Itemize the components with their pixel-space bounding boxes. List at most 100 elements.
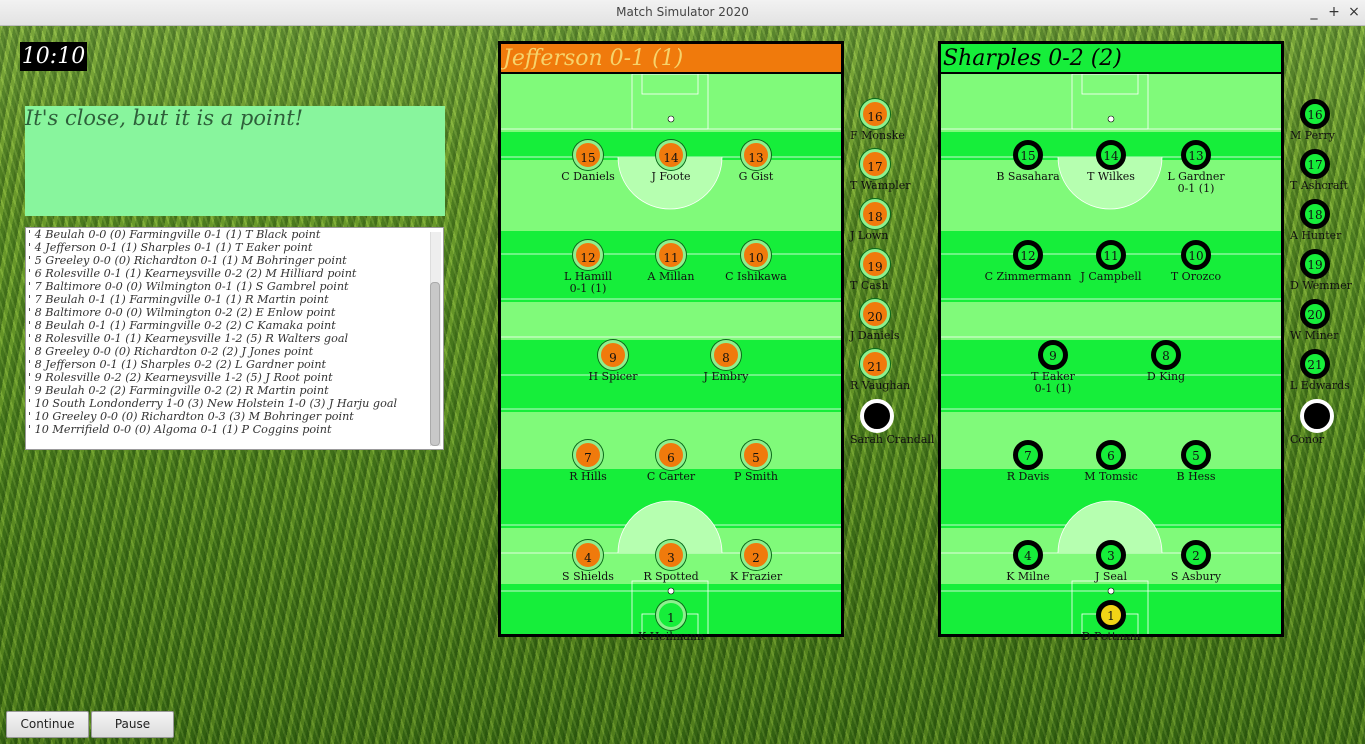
log-entry: ' 10 South Londonderry 1-0 (3) New Holst… — [28, 397, 398, 410]
player-disc[interactable]: 15 — [573, 140, 603, 170]
player-disc[interactable]: 12 — [573, 240, 603, 270]
player-disc[interactable]: 5 — [741, 440, 771, 470]
player-name: T Eaker — [1031, 370, 1075, 383]
pause-button[interactable]: Pause — [91, 711, 174, 738]
jefferson-substitute[interactable]: 19 T Cash — [850, 249, 960, 291]
player-name: K Heilmann — [637, 630, 704, 643]
jefferson-player[interactable]: 9H Spicer — [563, 340, 663, 382]
player-disc[interactable]: 21 — [1300, 349, 1330, 379]
manager-disc[interactable] — [860, 399, 894, 433]
player-disc[interactable]: 9 — [598, 340, 628, 370]
jefferson-substitute[interactable]: Sarah Crandall — [850, 399, 960, 445]
player-disc[interactable]: 16 — [860, 99, 890, 129]
pitch-line — [667, 115, 675, 123]
player-disc[interactable]: 12 — [1013, 240, 1043, 270]
sharples-substitute[interactable]: 19 D Wemmer — [1290, 249, 1365, 291]
player-disc[interactable]: 14 — [656, 140, 686, 170]
sharples-substitute[interactable]: Conor — [1290, 399, 1365, 445]
player-disc[interactable]: 6 — [1096, 440, 1126, 470]
player-disc[interactable]: 11 — [656, 240, 686, 270]
sharples-substitute[interactable]: 20 W Miner — [1290, 299, 1365, 341]
sharples-player[interactable]: 10 T Orozco — [1146, 240, 1246, 282]
player-disc[interactable]: 14 — [1096, 140, 1126, 170]
sharples-player[interactable]: 9T Eaker 0-1 (1) — [1003, 340, 1103, 394]
jefferson-player[interactable]: 13 G Gist — [706, 140, 806, 182]
player-disc[interactable]: 1 — [1096, 600, 1126, 630]
continue-button[interactable]: Continue — [6, 711, 89, 738]
player-disc[interactable]: 10 — [741, 240, 771, 270]
player-disc[interactable]: 6 — [656, 440, 686, 470]
player-disc[interactable]: 16 — [1300, 99, 1330, 129]
player-disc[interactable]: 18 — [1300, 199, 1330, 229]
player-disc[interactable]: 18 — [860, 199, 890, 229]
player-name: D Pettman — [1081, 630, 1141, 643]
player-disc[interactable]: 2 — [1181, 540, 1211, 570]
player-disc[interactable]: 9 — [1038, 340, 1068, 370]
jefferson-player[interactable]: 10 C Ishikawa — [706, 240, 806, 282]
jefferson-substitute[interactable]: 16 F Monske — [850, 99, 960, 141]
player-disc[interactable]: 15 — [1013, 140, 1043, 170]
player-disc[interactable]: 3 — [1096, 540, 1126, 570]
player-name: C Ishikawa — [725, 270, 787, 283]
player-name: J Embry — [703, 370, 749, 383]
player-disc[interactable]: 8 — [1151, 340, 1181, 370]
sharples-substitute[interactable]: 21 L Edwards — [1290, 349, 1365, 391]
substitute-name: F Monske — [850, 129, 905, 142]
player-disc[interactable]: 20 — [860, 299, 890, 329]
log-scrollbar-thumb[interactable] — [430, 282, 440, 446]
substitute-name: L Edwards — [1290, 379, 1350, 392]
jefferson-substitute[interactable]: 18 J Lown — [850, 199, 960, 241]
sharples-substitute[interactable]: 17 T Ashcraft — [1290, 149, 1365, 191]
manager-disc[interactable] — [1300, 399, 1334, 433]
log-entry: ' 7 Beulah 0-1 (1) Farmingville 0-1 (1) … — [28, 293, 329, 306]
player-disc[interactable]: 7 — [573, 440, 603, 470]
event-log[interactable]: ' 4 Beulah 0-0 (0) Farmingville 0-1 (1) … — [25, 227, 444, 450]
jefferson-substitute[interactable]: 17 T Wampler — [850, 149, 960, 191]
close-icon[interactable]: × — [1345, 0, 1363, 25]
player-disc[interactable]: 1 — [656, 600, 686, 630]
sharples-player[interactable]: 1D Pettman — [1061, 600, 1161, 642]
player-disc[interactable]: 13 — [741, 140, 771, 170]
player-name: G Gist — [738, 170, 774, 183]
log-entry: ' 9 Beulah 0-2 (2) Farmingville 0-2 (2) … — [28, 384, 329, 397]
sharples-player[interactable]: 2S Asbury — [1146, 540, 1246, 582]
jefferson-player[interactable]: 5P Smith — [706, 440, 806, 482]
player-disc[interactable]: 17 — [860, 149, 890, 179]
sharples-substitute[interactable]: 16 M Perry — [1290, 99, 1365, 141]
player-disc[interactable]: 4 — [1013, 540, 1043, 570]
player-disc[interactable]: 4 — [573, 540, 603, 570]
player-disc[interactable]: 11 — [1096, 240, 1126, 270]
player-disc[interactable]: 10 — [1181, 240, 1211, 270]
player-disc[interactable]: 21 — [860, 349, 890, 379]
player-name: K Frazier — [729, 570, 783, 583]
player-disc[interactable]: 13 — [1181, 140, 1211, 170]
player-name: H Spicer — [588, 370, 638, 383]
sharples-player[interactable]: 13 L Gardner 0-1 (1) — [1146, 140, 1246, 194]
jefferson-substitute[interactable]: 21 R Vaughan — [850, 349, 960, 391]
maximize-icon[interactable]: + — [1325, 0, 1343, 25]
player-disc[interactable]: 20 — [1300, 299, 1330, 329]
jefferson-player[interactable]: 8J Embry — [676, 340, 776, 382]
window-title: Match Simulator 2020 — [616, 5, 749, 19]
window-titlebar: Match Simulator 2020 _ + × — [0, 0, 1365, 26]
player-disc[interactable]: 19 — [1300, 249, 1330, 279]
player-disc[interactable]: 17 — [1300, 149, 1330, 179]
sharples-substitute[interactable]: 18 A Hunter — [1290, 199, 1365, 241]
player-disc[interactable]: 19 — [860, 249, 890, 279]
sharples-player[interactable]: 8D King — [1116, 340, 1216, 382]
player-disc[interactable]: 3 — [656, 540, 686, 570]
sharples-player[interactable]: 5B Hess — [1146, 440, 1246, 482]
pitch-line — [1107, 115, 1115, 123]
jefferson-substitute[interactable]: 20 J Daniels — [850, 299, 960, 341]
jefferson-player[interactable]: 1K Heilmann — [621, 600, 721, 642]
player-name: P Smith — [734, 470, 778, 483]
minimize-icon[interactable]: _ — [1305, 0, 1323, 25]
player-disc[interactable]: 5 — [1181, 440, 1211, 470]
log-entry: ' 7 Baltimore 0-0 (0) Wilmington 0-1 (1)… — [28, 280, 349, 293]
player-disc[interactable]: 7 — [1013, 440, 1043, 470]
player-disc[interactable]: 8 — [711, 340, 741, 370]
player-disc[interactable]: 2 — [741, 540, 771, 570]
pitch-line — [667, 587, 675, 595]
substitute-name: W Miner — [1290, 329, 1339, 342]
jefferson-player[interactable]: 2K Frazier — [706, 540, 806, 582]
